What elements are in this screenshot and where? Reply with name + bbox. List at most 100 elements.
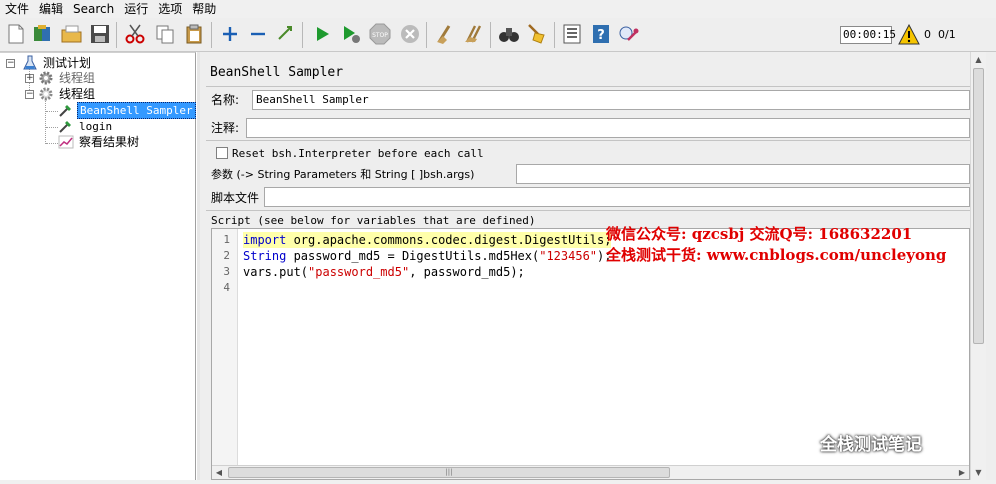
reset-interpreter-label: Reset bsh.Interpreter before each call xyxy=(232,147,484,160)
tree-label: login xyxy=(79,119,113,133)
divider xyxy=(206,86,970,87)
cut-icon[interactable] xyxy=(123,22,147,46)
script-file-label: 脚本文件 xyxy=(211,191,260,205)
code-keyword: String xyxy=(243,249,287,263)
name-label: 名称: xyxy=(211,93,240,107)
tree-label: 线程组 xyxy=(59,86,96,101)
comment-field[interactable] xyxy=(246,118,970,138)
tree-collapse-root[interactable]: − xyxy=(6,59,15,68)
toolbar-separator xyxy=(426,22,427,48)
pipette-icon xyxy=(58,118,74,134)
toolbar-separator xyxy=(116,22,117,48)
tree-node-thread-group-2[interactable]: 线程组 xyxy=(38,86,97,102)
code-text: , password_md5); xyxy=(409,265,525,279)
toolbar-separator xyxy=(211,22,212,48)
code-line: vars.put("password_md5", password_md5); xyxy=(243,264,525,280)
line-number: 2 xyxy=(223,249,230,262)
script-file-field[interactable] xyxy=(264,187,970,207)
elapsed-timer: 00:00:15 xyxy=(840,26,896,44)
code-line: String password_md5 = DigestUtils.md5Hex… xyxy=(243,248,611,264)
save-icon[interactable] xyxy=(88,22,112,46)
divider xyxy=(206,210,970,211)
toggle-icon[interactable] xyxy=(274,22,298,46)
scroll-up-icon[interactable]: ▲ xyxy=(971,52,986,67)
remote-icon[interactable] xyxy=(617,22,641,46)
tree-collapse-group2[interactable]: − xyxy=(25,90,34,99)
copy-icon[interactable] xyxy=(153,22,177,46)
menu-help[interactable]: 帮助 xyxy=(187,0,221,18)
gear-icon xyxy=(38,86,54,102)
clear-icon[interactable] xyxy=(433,22,457,46)
expand-icon[interactable] xyxy=(218,22,242,46)
tree-node-beanshell-sampler[interactable]: BeanShell Sampler xyxy=(58,101,196,119)
menu-edit[interactable]: 编辑 xyxy=(34,0,68,18)
sampler-editor-panel: BeanShell Sampler 名称: BeanShell Sampler … xyxy=(200,52,996,480)
menu-run[interactable]: 运行 xyxy=(119,0,153,18)
menu-bar: 文件 编辑 Search 运行 选项 帮助 xyxy=(0,0,996,18)
open-icon[interactable] xyxy=(60,22,84,46)
line-number: 4 xyxy=(223,281,230,294)
line-number: 1 xyxy=(223,233,230,246)
scroll-down-icon[interactable]: ▼ xyxy=(971,465,986,480)
templates-icon[interactable] xyxy=(31,22,55,46)
stop-icon[interactable]: STOP xyxy=(368,22,392,46)
error-count: 0 xyxy=(924,28,931,41)
search-binoculars-icon[interactable] xyxy=(497,22,521,46)
function-helper-icon[interactable] xyxy=(560,22,584,46)
gear-icon xyxy=(38,70,54,86)
tree-line xyxy=(46,143,58,144)
tree-node-thread-group-1[interactable]: 线程组 xyxy=(38,70,97,86)
watermark-line-2: 全栈测试干货: www.cnblogs.com/uncleyong xyxy=(606,246,947,264)
horizontal-scroll-thumb[interactable]: ||| xyxy=(228,467,670,478)
reset-search-broom-icon[interactable] xyxy=(525,22,549,46)
clear-all-icon[interactable] xyxy=(462,22,486,46)
code-line: import org.apache.commons.codec.digest.D… xyxy=(243,232,612,248)
tree-label: 察看结果树 xyxy=(79,134,140,149)
start-no-pause-icon[interactable] xyxy=(339,22,363,46)
collapse-icon[interactable] xyxy=(246,22,270,46)
svg-text:STOP: STOP xyxy=(372,32,388,39)
vertical-scroll-thumb[interactable] xyxy=(973,68,984,344)
tree-line xyxy=(46,127,58,128)
wechat-icon xyxy=(790,431,814,451)
tree-node-login-sampler[interactable]: login xyxy=(58,118,114,134)
line-number-gutter: 1 2 3 4 xyxy=(212,229,238,479)
help-icon[interactable]: ? xyxy=(589,22,613,46)
start-icon[interactable] xyxy=(310,22,334,46)
watermark-line-1: 微信公众号: qzcsbj 交流Q号: 168632201 xyxy=(606,225,913,243)
code-text: password_md5 = DigestUtils.md5Hex( xyxy=(286,249,540,263)
code-string: "123456" xyxy=(539,249,598,263)
toolbar-separator xyxy=(490,22,491,48)
scroll-left-icon[interactable]: ◀ xyxy=(212,466,226,479)
shutdown-icon[interactable] xyxy=(398,22,422,46)
line-number: 3 xyxy=(223,265,230,278)
tree-label: BeanShell Sampler xyxy=(77,101,196,119)
script-label: Script (see below for variables that are… xyxy=(211,214,536,227)
menu-file[interactable]: 文件 xyxy=(0,0,34,18)
new-icon[interactable] xyxy=(4,22,28,46)
tree-expand-group1[interactable]: + xyxy=(25,74,34,83)
name-field[interactable]: BeanShell Sampler xyxy=(252,90,970,110)
menu-options[interactable]: 选项 xyxy=(153,0,187,18)
pipette-icon xyxy=(58,102,74,118)
flask-icon xyxy=(22,55,38,71)
code-keyword: import xyxy=(243,233,287,247)
comment-label: 注释: xyxy=(211,121,240,135)
parameters-field[interactable] xyxy=(516,164,970,184)
scroll-right-icon[interactable]: ▶ xyxy=(955,466,969,479)
divider xyxy=(206,140,970,141)
menu-search[interactable]: Search xyxy=(68,0,119,18)
paste-icon[interactable] xyxy=(182,22,206,46)
vertical-scrollbar[interactable]: ▲ ▼ xyxy=(970,52,986,480)
toolbar-separator xyxy=(554,22,555,48)
tree-label: 测试计划 xyxy=(43,55,92,70)
horizontal-scrollbar[interactable]: ◀ ||| ▶ xyxy=(212,465,969,479)
svg-text:?: ? xyxy=(597,28,605,43)
tree-line xyxy=(46,111,58,112)
tree-label: 线程组 xyxy=(59,70,96,85)
tree-node-test-plan[interactable]: 测试计划 xyxy=(22,55,93,71)
code-string: "password_md5" xyxy=(308,265,410,279)
tree-node-view-results-tree[interactable]: 察看结果树 xyxy=(58,134,141,150)
reset-interpreter-checkbox[interactable] xyxy=(216,147,228,159)
warning-icon[interactable] xyxy=(898,24,920,46)
